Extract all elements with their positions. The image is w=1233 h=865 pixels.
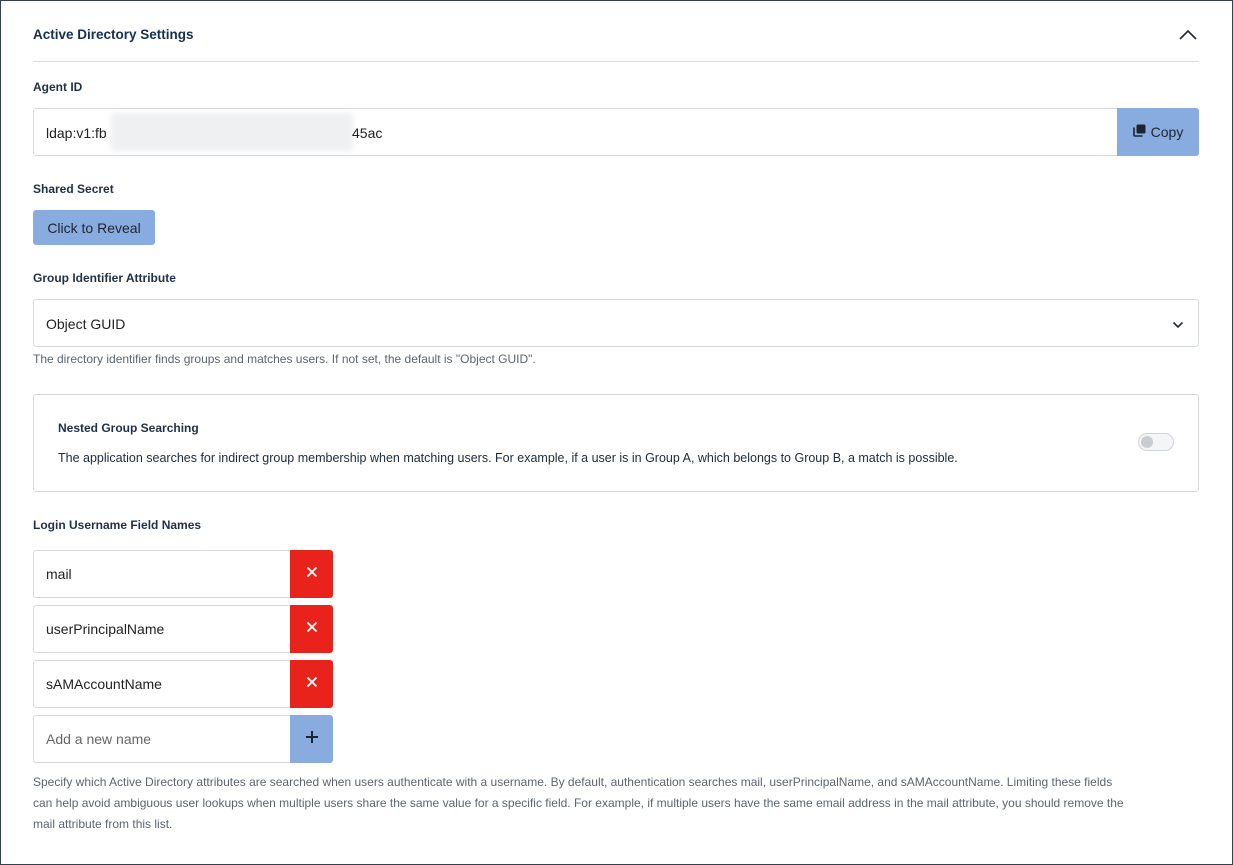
section-header[interactable]: Active Directory Settings xyxy=(33,0,1199,62)
copy-button[interactable]: Copy xyxy=(1117,108,1199,156)
nested-group-title: Nested Group Searching xyxy=(58,421,199,435)
remove-field-button[interactable] xyxy=(290,605,333,653)
group-identifier-help: The directory identifier finds groups an… xyxy=(33,352,536,366)
remove-field-button[interactable] xyxy=(290,550,333,598)
nested-group-toggle[interactable] xyxy=(1138,433,1174,451)
login-fields-help-line: Specify which Active Directory attribute… xyxy=(33,775,1113,789)
login-fields-help-line: can help avoid ambiguous user lookups wh… xyxy=(33,796,1124,810)
copy-label: Copy xyxy=(1150,124,1184,140)
group-identifier-select[interactable]: Object GUID xyxy=(33,299,1199,347)
close-icon xyxy=(306,620,318,638)
group-identifier-label: Group Identifier Attribute xyxy=(33,271,176,285)
login-field-input[interactable]: userPrincipalName xyxy=(33,605,291,653)
reveal-secret-button[interactable]: Click to Reveal xyxy=(33,210,155,245)
remove-field-button[interactable] xyxy=(290,660,333,708)
shared-secret-label: Shared Secret xyxy=(33,182,114,196)
login-field-row: mail xyxy=(33,550,333,598)
add-field-row: Add a new name xyxy=(33,715,333,763)
copy-icon xyxy=(1132,124,1146,140)
nested-group-description: The application searches for indirect gr… xyxy=(58,451,958,465)
redacted-area xyxy=(111,113,353,151)
toggle-knob xyxy=(1141,436,1153,448)
login-field-row: sAMAccountName xyxy=(33,660,333,708)
add-field-button[interactable] xyxy=(290,715,333,763)
close-icon xyxy=(306,565,318,583)
chevron-up-icon[interactable] xyxy=(1177,24,1199,46)
login-field-input[interactable]: mail xyxy=(33,550,291,598)
group-identifier-value: Object GUID xyxy=(46,316,126,332)
plus-icon xyxy=(305,730,319,749)
agent-id-field[interactable]: ldap:v1:fb 45ac Copy xyxy=(33,108,1199,156)
add-name-input[interactable]: Add a new name xyxy=(33,715,291,763)
nested-group-card: Nested Group Searching The application s… xyxy=(33,394,1199,492)
section-title: Active Directory Settings xyxy=(33,27,194,42)
close-icon xyxy=(306,675,318,693)
login-fields-label: Login Username Field Names xyxy=(33,518,202,532)
login-fields-help: Specify which Active Directory attribute… xyxy=(33,772,1199,835)
login-field-row: userPrincipalName xyxy=(33,605,333,653)
chevron-down-icon xyxy=(1172,318,1184,334)
login-fields-help-line: mail attribute from this list. xyxy=(33,817,173,831)
login-field-input[interactable]: sAMAccountName xyxy=(33,660,291,708)
agent-id-prefix: ldap:v1:fb xyxy=(46,125,107,141)
agent-id-label: Agent ID xyxy=(33,80,83,94)
agent-id-suffix: 45ac xyxy=(352,125,383,141)
